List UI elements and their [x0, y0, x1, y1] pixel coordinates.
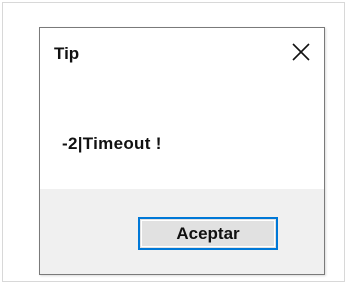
- close-button[interactable]: [286, 38, 316, 66]
- dialog-titlebar: Tip: [40, 28, 324, 76]
- screenshot-frame: Tip -2|Timeout ! Aceptar: [2, 2, 345, 282]
- dialog-title: Tip: [54, 44, 80, 63]
- dialog-message: -2|Timeout !: [62, 134, 162, 153]
- accept-button[interactable]: Aceptar: [138, 217, 278, 250]
- message-dialog: Tip -2|Timeout ! Aceptar: [39, 27, 325, 275]
- accept-button-label: Aceptar: [176, 223, 240, 243]
- dialog-footer: Aceptar: [40, 189, 324, 274]
- close-icon: [292, 43, 310, 61]
